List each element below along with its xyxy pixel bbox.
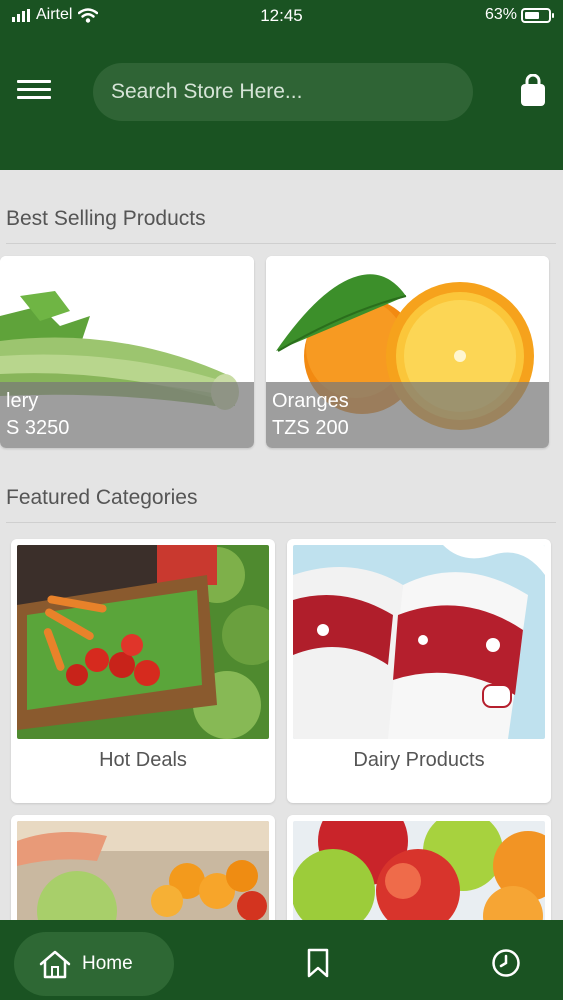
- menu-icon[interactable]: [17, 80, 51, 102]
- category-label: Dairy Products: [353, 749, 485, 771]
- featured-categories-title: Featured Categories: [6, 486, 198, 509]
- product-name: Oranges: [272, 390, 349, 412]
- product-price: S 3250: [6, 417, 70, 439]
- fruits-image: [293, 821, 545, 920]
- product-caption: Oranges TZS 200: [266, 382, 549, 448]
- battery-info: 63%: [484, 6, 554, 24]
- product-name: lery: [6, 390, 39, 412]
- produce-image: [17, 821, 269, 920]
- product-caption: lery S 3250: [0, 382, 254, 448]
- product-price: TZS 200: [272, 417, 349, 439]
- main-content[interactable]: Best Selling Products lery S 3250 Orange…: [0, 170, 563, 920]
- category-card-dairy-products[interactable]: Dairy Products: [287, 539, 551, 803]
- section-divider: [6, 522, 556, 523]
- home-icon: [39, 950, 71, 979]
- shopping-bag-icon[interactable]: [518, 74, 548, 108]
- history-icon[interactable]: [491, 948, 521, 978]
- category-label: Hot Deals: [99, 749, 187, 771]
- battery-percent: 63%: [484, 6, 517, 23]
- search-bar[interactable]: [93, 63, 473, 121]
- bottom-navigation: Home: [0, 920, 563, 1000]
- category-card-hot-deals[interactable]: Hot Deals: [11, 539, 275, 803]
- section-divider: [6, 243, 556, 244]
- nav-home-button[interactable]: Home: [14, 932, 174, 996]
- category-card-produce[interactable]: [11, 815, 275, 920]
- best-selling-title: Best Selling Products: [6, 207, 206, 230]
- nav-home-label: Home: [82, 953, 133, 974]
- battery-icon: [521, 7, 554, 23]
- status-time: 12:45: [260, 6, 303, 25]
- product-card-oranges[interactable]: Oranges TZS 200: [266, 256, 549, 448]
- app-header: Airtel 12:45 63%: [0, 0, 563, 170]
- search-input[interactable]: [93, 63, 473, 121]
- product-card-celery[interactable]: lery S 3250: [0, 256, 254, 448]
- status-bar: Airtel 12:45 63%: [0, 0, 563, 32]
- category-card-fruits[interactable]: [287, 815, 551, 920]
- bookmark-icon[interactable]: [306, 948, 330, 978]
- dairy-products-image: [293, 545, 545, 739]
- hot-deals-image: [17, 545, 269, 739]
